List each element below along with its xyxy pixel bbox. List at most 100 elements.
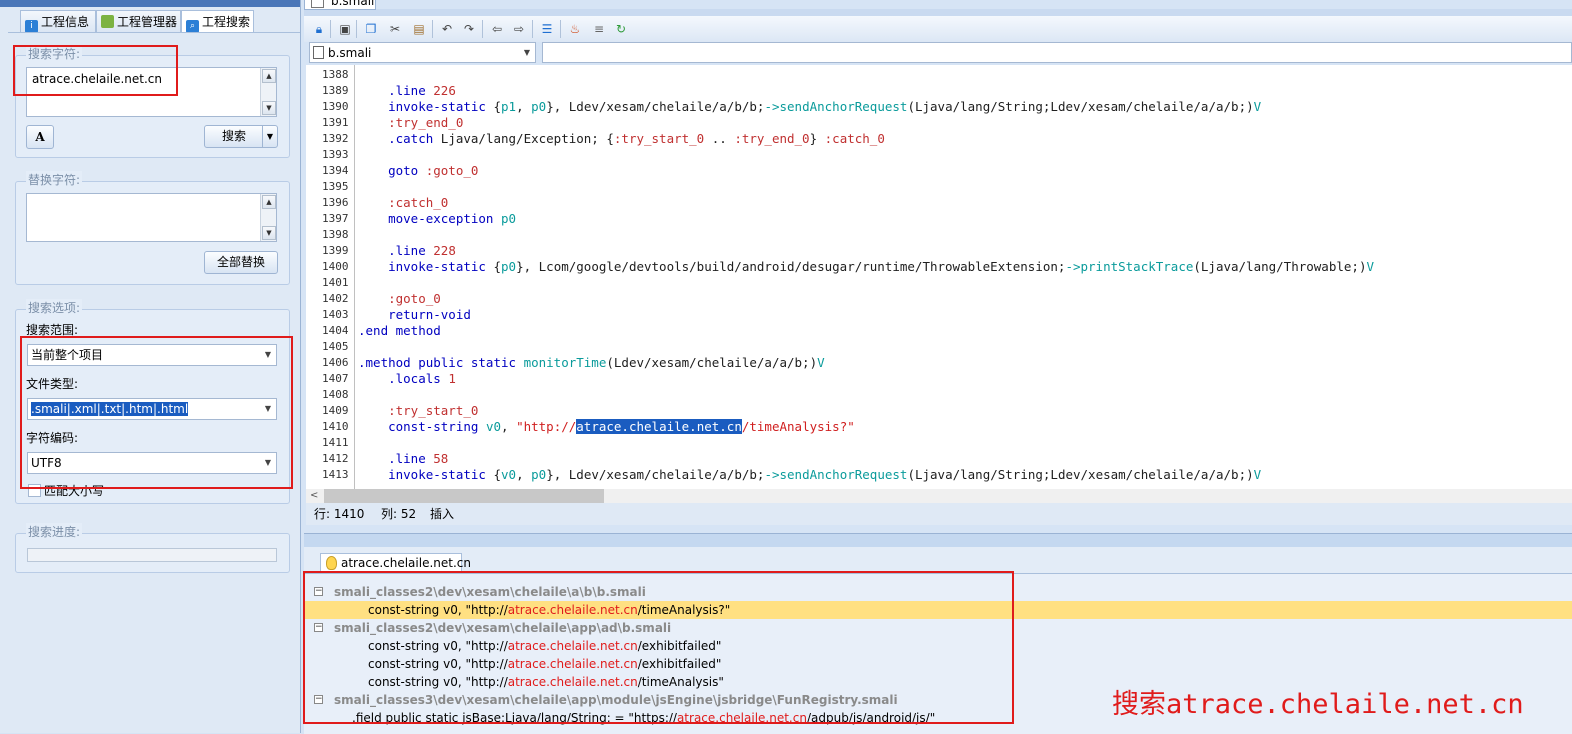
code-line[interactable]: 1388 [306,67,1572,83]
tab-project-manager[interactable]: 工程管理器 [96,10,181,32]
wrap-icon[interactable]: ☰ [540,22,554,36]
code-token: :catch_0 [824,131,885,146]
code-text: invoke-static {v0, p0}, Ldev/xesam/chela… [358,467,1261,483]
line-number: 1395 [322,180,349,193]
arrow-right-icon[interactable]: ⇨ [512,22,526,36]
code-line[interactable]: 1410 const-string v0, "http://atrace.che… [306,419,1572,435]
code-text: goto :goto_0 [358,163,478,179]
search-input-scrollbar[interactable]: ▲ ▼ [260,68,276,116]
code-line[interactable]: 1411 [306,435,1572,451]
scroll-down-icon[interactable]: ▼ [262,101,276,115]
code-token: (Ljava/lang/String;Ldev/xesam/chelaile/a… [907,99,1254,114]
code-line[interactable]: 1394 goto :goto_0 [306,163,1572,179]
code-editor[interactable]: 1388 1389 .line 226 1390 invoke-static {p1… [306,65,1572,489]
code-line[interactable]: 1408 [306,387,1572,403]
code-token: p0 [501,211,517,226]
line-number: 1398 [322,228,349,241]
file-icon [311,0,324,8]
line-number: 1411 [322,436,349,449]
code-token: 228 [433,243,456,258]
cut-icon[interactable]: ✂ [388,22,402,36]
lock-icon[interactable]: 🔒︎ [312,22,326,36]
code-token: (Ldev/xesam/chelaile/a/a/b;) [606,355,818,370]
code-line[interactable]: 1409 :try_start_0 [306,403,1572,419]
code-line[interactable]: 1400 invoke-static {p0}, Lcom/google/dev… [306,259,1572,275]
editor-file-tab[interactable]: b.smali [304,0,376,10]
red-highlight-box [303,571,1014,724]
code-line[interactable]: 1405 [306,339,1572,355]
scroll-up-icon[interactable]: ▲ [262,69,276,83]
code-text: .end method [358,323,441,339]
method-select[interactable] [542,42,1572,63]
scroll-up-icon[interactable]: ▲ [262,195,276,209]
code-token: }, Ldev/xesam/chelaile/a/b/b; [546,467,765,482]
replace-all-button[interactable]: 全部替换 [204,251,278,274]
list-icon[interactable]: ≡ [592,22,606,36]
code-line[interactable]: 1412 .line 58 [306,451,1572,467]
tab-project-search[interactable]: ⌕ 工程搜索 [181,10,254,33]
results-tab[interactable]: atrace.chelaile.net.cn [320,553,471,573]
code-line[interactable]: 1413 invoke-static {v0, p0}, Ldev/xesam/… [306,467,1572,483]
code-token: p0 [501,259,517,274]
insert-mode-indicator: 插入 [430,507,455,521]
code-line[interactable]: 1395 [306,179,1572,195]
code-line[interactable]: 1396 :catch_0 [306,195,1572,211]
code-text: const-string v0, "http://atrace.chelaile… [358,419,855,435]
code-token: , [516,99,532,114]
undo-icon[interactable]: ↶ [440,22,454,36]
code-token: V [1253,467,1262,482]
file-select-value: b.smali [328,46,372,60]
code-token: }, Lcom/google/devtools/build/android/de… [516,259,1066,274]
file-select[interactable]: b.smali ▼ [309,42,536,63]
code-line[interactable]: 1406 .method public static monitorTime(Ld… [306,355,1572,371]
code-line[interactable]: 1398 [306,227,1572,243]
code-line[interactable]: 1403 return-void [306,307,1572,323]
chevron-down-icon: ▼ [523,48,530,57]
red-highlight-box [20,336,293,489]
code-token: , [501,419,517,434]
code-line[interactable]: 1407 .locals 1 [306,371,1572,387]
code-token: :try_start_0 [358,403,479,418]
code-line[interactable]: 1393 [306,147,1572,163]
scrollbar-thumb[interactable] [324,489,604,503]
code-token: .line [358,451,434,466]
code-line[interactable]: 1390 invoke-static {p1, p0}, Ldev/xesam/… [306,99,1572,115]
code-token: (Ljava/lang/Throwable;) [1193,259,1367,274]
scroll-down-icon[interactable]: ▼ [262,226,276,240]
refresh-icon[interactable]: ↻ [614,22,628,36]
code-token: .end method [358,323,441,338]
code-line[interactable]: 1401 [306,275,1572,291]
line-number: 1408 [322,388,349,401]
code-token: .line [358,243,434,258]
progress-group-label: 搜索进度: [26,523,83,540]
code-line[interactable]: 1389 .line 226 [306,83,1572,99]
code-token: :try_end_0 [734,131,810,146]
panel-splitter[interactable] [304,525,1572,533]
chevron-down-icon[interactable]: ▼ [262,126,277,147]
code-token: invoke-static [358,259,494,274]
tab-project-info[interactable]: i 工程信息 [20,10,96,33]
line-number: 1413 [322,468,349,481]
paste-icon[interactable]: ▤ [412,22,426,36]
toolbar-separator [330,20,331,38]
save-icon[interactable]: ▣ [338,22,352,36]
redo-icon[interactable]: ↷ [462,22,476,36]
arrow-left-icon[interactable]: ⇦ [490,22,504,36]
results-title-bar [304,533,1572,548]
replace-input-scrollbar[interactable]: ▲ ▼ [260,194,276,241]
code-line[interactable]: 1391 :try_end_0 [306,115,1572,131]
font-style-icon[interactable]: A [26,125,54,149]
java-icon[interactable]: ♨ [568,22,582,36]
scroll-left-icon[interactable]: < [310,489,318,503]
code-text: :catch_0 [358,195,448,211]
code-line[interactable]: 1402 :goto_0 [306,291,1572,307]
code-line[interactable]: 1399 .line 228 [306,243,1572,259]
code-text: :try_start_0 [358,403,478,419]
code-line[interactable]: 1404 .end method [306,323,1572,339]
search-button[interactable]: 搜索 ▼ [204,125,278,148]
toolbar-separator [532,20,533,38]
replace-input[interactable]: ▲ ▼ [26,193,277,242]
copy-icon[interactable]: ❐ [364,22,378,36]
code-line[interactable]: 1397 move-exception p0 [306,211,1572,227]
code-line[interactable]: 1392 .catch Ljava/lang/Exception; {:try_… [306,131,1572,147]
